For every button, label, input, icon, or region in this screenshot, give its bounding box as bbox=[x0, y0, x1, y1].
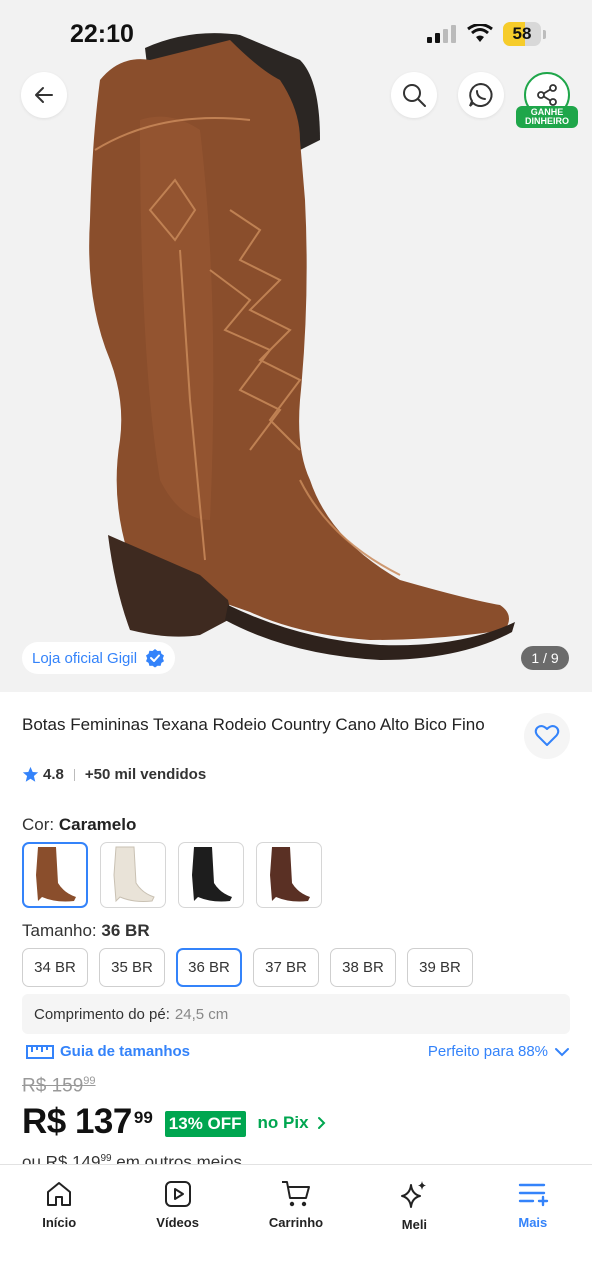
sparkle-icon bbox=[401, 1181, 427, 1208]
foot-length-value: 24,5 cm bbox=[174, 1005, 229, 1023]
product-title: Botas Femininas Texana Rodeio Country Ca… bbox=[22, 715, 485, 734]
wifi-icon bbox=[467, 24, 493, 42]
official-store-link[interactable]: Loja oficial Gigil bbox=[22, 642, 176, 674]
fit-feedback-dropdown[interactable]: Perfeito para 88% bbox=[428, 1043, 570, 1060]
size-options: 34 BR 35 BR 36 BR 37 BR 38 BR 39 BR bbox=[22, 948, 473, 987]
home-icon bbox=[47, 1182, 72, 1206]
cart-icon bbox=[282, 1181, 311, 1207]
nav-item-videos[interactable]: Vídeos bbox=[118, 1165, 236, 1280]
nav-item-meli[interactable]: Meli bbox=[355, 1165, 473, 1280]
swatch-off-white[interactable] bbox=[100, 842, 166, 908]
swatch-preto[interactable] bbox=[178, 842, 244, 908]
size-label: Tamanho: 36 BR bbox=[22, 921, 150, 940]
boot-thumbnail bbox=[192, 847, 232, 902]
menu-plus-icon bbox=[518, 1183, 549, 1207]
original-price: R$ 15999 bbox=[22, 1075, 96, 1097]
battery-level: 58 bbox=[512, 24, 532, 43]
share-earn-button[interactable]: GANHE DINHEIRO bbox=[516, 72, 578, 132]
size-option-38[interactable]: 38 BR bbox=[330, 948, 396, 987]
store-name: Loja oficial Gigil bbox=[32, 649, 138, 667]
chevron-right-icon bbox=[317, 1117, 325, 1129]
status-icons: 58 bbox=[427, 22, 546, 46]
color-label: Cor: Caramelo bbox=[22, 815, 137, 834]
current-price-cents: 99 bbox=[133, 1108, 153, 1127]
size-guide-link[interactable]: Guia de tamanhos bbox=[26, 1043, 190, 1060]
foot-length-info: Comprimento do pé: 24,5 cm bbox=[22, 994, 570, 1034]
arrow-left-icon bbox=[35, 87, 53, 103]
whatsapp-share-button[interactable] bbox=[458, 72, 504, 118]
selected-color: Caramelo bbox=[58, 815, 137, 834]
price-row: R$ 137 99 13% OFF no Pix bbox=[22, 1102, 326, 1142]
image-counter: 1 / 9 bbox=[521, 646, 569, 670]
nav-item-inicio[interactable]: Início bbox=[0, 1165, 118, 1280]
ruler-icon bbox=[26, 1044, 54, 1059]
current-price: R$ 137 bbox=[22, 1102, 132, 1141]
sold-count: +50 mil vendidos bbox=[84, 766, 207, 783]
size-option-39[interactable]: 39 BR bbox=[407, 948, 473, 987]
share-earn-badge: GANHE DINHEIRO bbox=[516, 106, 578, 128]
whatsapp-icon bbox=[469, 82, 493, 107]
back-button[interactable] bbox=[21, 72, 67, 118]
heart-icon bbox=[534, 725, 560, 746]
size-option-34[interactable]: 34 BR bbox=[22, 948, 88, 987]
color-swatches bbox=[22, 842, 322, 908]
discount-badge: 13% OFF bbox=[164, 1111, 246, 1137]
swatch-marrom[interactable] bbox=[256, 842, 322, 908]
favorite-button[interactable] bbox=[524, 713, 570, 759]
share-icon bbox=[537, 84, 557, 106]
search-icon bbox=[403, 84, 426, 107]
product-image bbox=[89, 33, 515, 660]
cellular-signal-icon bbox=[427, 25, 456, 43]
status-time: 22:10 bbox=[70, 20, 134, 48]
video-icon bbox=[164, 1181, 191, 1207]
product-image-gallery[interactable]: 22:10 58 GANHE DINHEIRO Loja oficial Gig… bbox=[0, 0, 592, 692]
nav-item-mais[interactable]: Mais bbox=[474, 1165, 592, 1280]
boot-thumbnail bbox=[270, 847, 310, 902]
chevron-down-icon bbox=[555, 1047, 569, 1056]
pix-link[interactable]: no Pix bbox=[258, 1113, 326, 1133]
swatch-caramelo[interactable] bbox=[22, 842, 88, 908]
selected-size: 36 BR bbox=[101, 921, 150, 940]
size-option-36[interactable]: 36 BR bbox=[176, 948, 242, 987]
boot-thumbnail bbox=[113, 846, 155, 903]
bottom-navigation: Início Vídeos Carrinho Meli Mais bbox=[0, 1164, 592, 1280]
rating-value: 4.8 bbox=[43, 766, 64, 783]
size-option-35[interactable]: 35 BR bbox=[99, 948, 165, 987]
verified-icon bbox=[146, 649, 165, 668]
star-icon bbox=[22, 766, 39, 782]
battery-icon: 58 bbox=[503, 22, 541, 46]
nav-item-carrinho[interactable]: Carrinho bbox=[237, 1165, 355, 1280]
size-option-37[interactable]: 37 BR bbox=[253, 948, 319, 987]
search-button[interactable] bbox=[391, 72, 437, 118]
other-payment-price: ou R$ 14999 em outros meios bbox=[22, 1152, 242, 1165]
boot-thumbnail bbox=[36, 847, 76, 902]
rating-row[interactable]: 4.8 +50 mil vendidos bbox=[22, 766, 206, 783]
